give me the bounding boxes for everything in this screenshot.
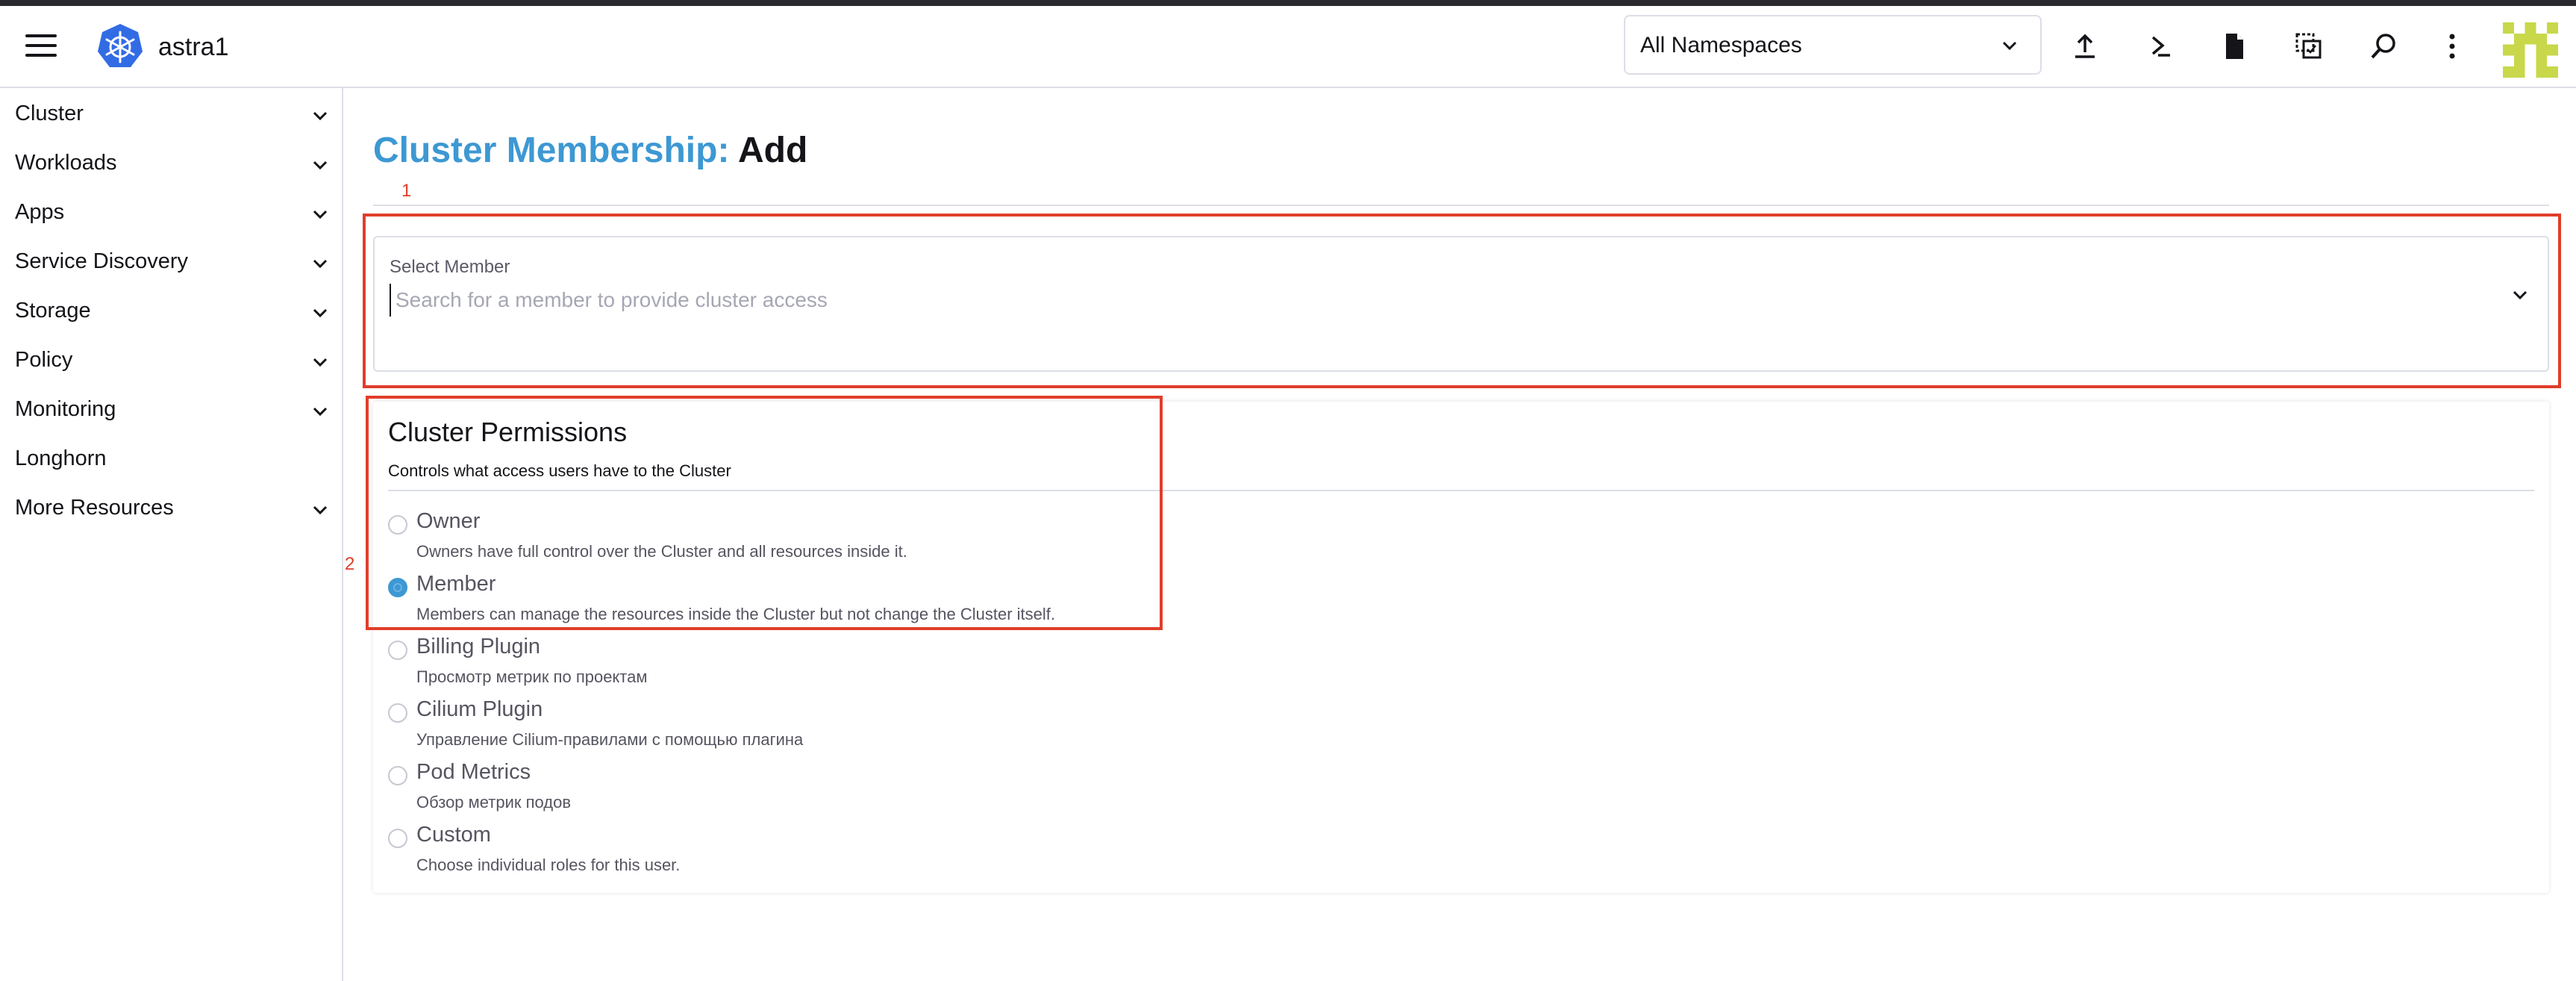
chevron-down-icon xyxy=(313,308,328,318)
chevron-down-icon xyxy=(2002,41,2017,51)
option-name: Custom xyxy=(416,823,491,847)
copy-paste-icon[interactable] xyxy=(2292,30,2325,63)
sidebar-item-label: Longhorn xyxy=(15,446,107,470)
sidebar-item-label: Apps xyxy=(15,200,65,224)
file-icon[interactable] xyxy=(2218,30,2251,63)
permission-option-custom[interactable]: Custom Choose individual roles for this … xyxy=(388,821,2030,881)
option-description: Управление Cilium-правилами с помощью пл… xyxy=(416,730,804,749)
top-strip xyxy=(0,0,2576,6)
option-name: Billing Plugin xyxy=(416,635,541,658)
sidebar-item-workloads[interactable]: Workloads xyxy=(0,140,342,190)
radio-custom[interactable] xyxy=(388,829,407,848)
more-vertical-icon[interactable] xyxy=(2436,30,2469,63)
annotation-box-2 xyxy=(366,396,1163,630)
header: astra1 All Namespaces xyxy=(0,6,2576,88)
radio-pod-metrics[interactable] xyxy=(388,766,407,785)
sidebar-item-label: Monitoring xyxy=(15,397,116,421)
radio-billing-plugin[interactable] xyxy=(388,641,407,660)
chevron-down-icon xyxy=(313,358,328,367)
sidebar-item-label: Policy xyxy=(15,348,73,372)
hamburger-icon[interactable] xyxy=(25,34,57,58)
terminal-icon[interactable] xyxy=(2145,30,2178,63)
option-description: Choose individual roles for this user. xyxy=(416,856,681,874)
sidebar-item-label: Workloads xyxy=(15,151,117,175)
sidebar-item-apps[interactable]: Apps xyxy=(0,190,342,239)
sidebar-item-label: Service Discovery xyxy=(15,249,189,273)
permission-option-cilium-plugin[interactable]: Cilium Plugin Управление Cilium-правилам… xyxy=(388,696,2030,756)
upload-icon[interactable] xyxy=(2069,30,2101,63)
permission-option-billing-plugin[interactable]: Billing Plugin Просмотр метрик по проект… xyxy=(388,633,2030,693)
sidebar-item-label: Storage xyxy=(15,299,91,323)
namespace-select[interactable]: All Namespaces xyxy=(1624,15,2042,75)
sidebar-item-label: More Resources xyxy=(15,496,174,520)
sidebar-item-storage[interactable]: Storage xyxy=(0,288,342,337)
option-name: Pod Metrics xyxy=(416,760,531,784)
sidebar: Cluster Workloads Apps Service Discovery… xyxy=(0,88,343,981)
cluster-name: astra1 xyxy=(158,33,229,61)
sidebar-item-policy[interactable]: Policy xyxy=(0,337,342,387)
page-title-accent: Cluster Membership: xyxy=(373,131,730,170)
sidebar-item-longhorn[interactable]: Longhorn xyxy=(0,436,342,485)
chevron-down-icon xyxy=(313,505,328,515)
annotation-box-1 xyxy=(363,214,2561,388)
search-icon[interactable] xyxy=(2367,30,2400,63)
namespace-select-value: All Namespaces xyxy=(1640,33,1802,57)
chevron-down-icon xyxy=(313,407,328,417)
chevron-down-icon xyxy=(313,111,328,121)
chevron-down-icon xyxy=(313,210,328,219)
title-divider xyxy=(373,205,2549,206)
page-title-action: Add xyxy=(737,131,808,170)
avatar[interactable] xyxy=(2503,22,2558,78)
sidebar-item-monitoring[interactable]: Monitoring xyxy=(0,387,342,436)
sidebar-item-cluster[interactable]: Cluster xyxy=(0,91,342,140)
chevron-down-icon xyxy=(313,259,328,269)
page-title: Cluster Membership: Add xyxy=(373,130,807,171)
sidebar-item-service-discovery[interactable]: Service Discovery xyxy=(0,239,342,288)
permission-option-pod-metrics[interactable]: Pod Metrics Обзор метрик подов xyxy=(388,759,2030,818)
sidebar-item-more-resources[interactable]: More Resources xyxy=(0,485,342,535)
annotation-number-2: 2 xyxy=(345,554,355,574)
chevron-down-icon xyxy=(313,161,328,170)
annotation-number-1: 1 xyxy=(401,181,412,201)
radio-cilium-plugin[interactable] xyxy=(388,703,407,723)
sidebar-item-label: Cluster xyxy=(15,102,84,125)
kubernetes-logo[interactable] xyxy=(96,22,145,72)
option-description: Просмотр метрик по проектам xyxy=(416,667,648,686)
option-name: Cilium Plugin xyxy=(416,697,543,721)
option-description: Обзор метрик подов xyxy=(416,793,572,812)
